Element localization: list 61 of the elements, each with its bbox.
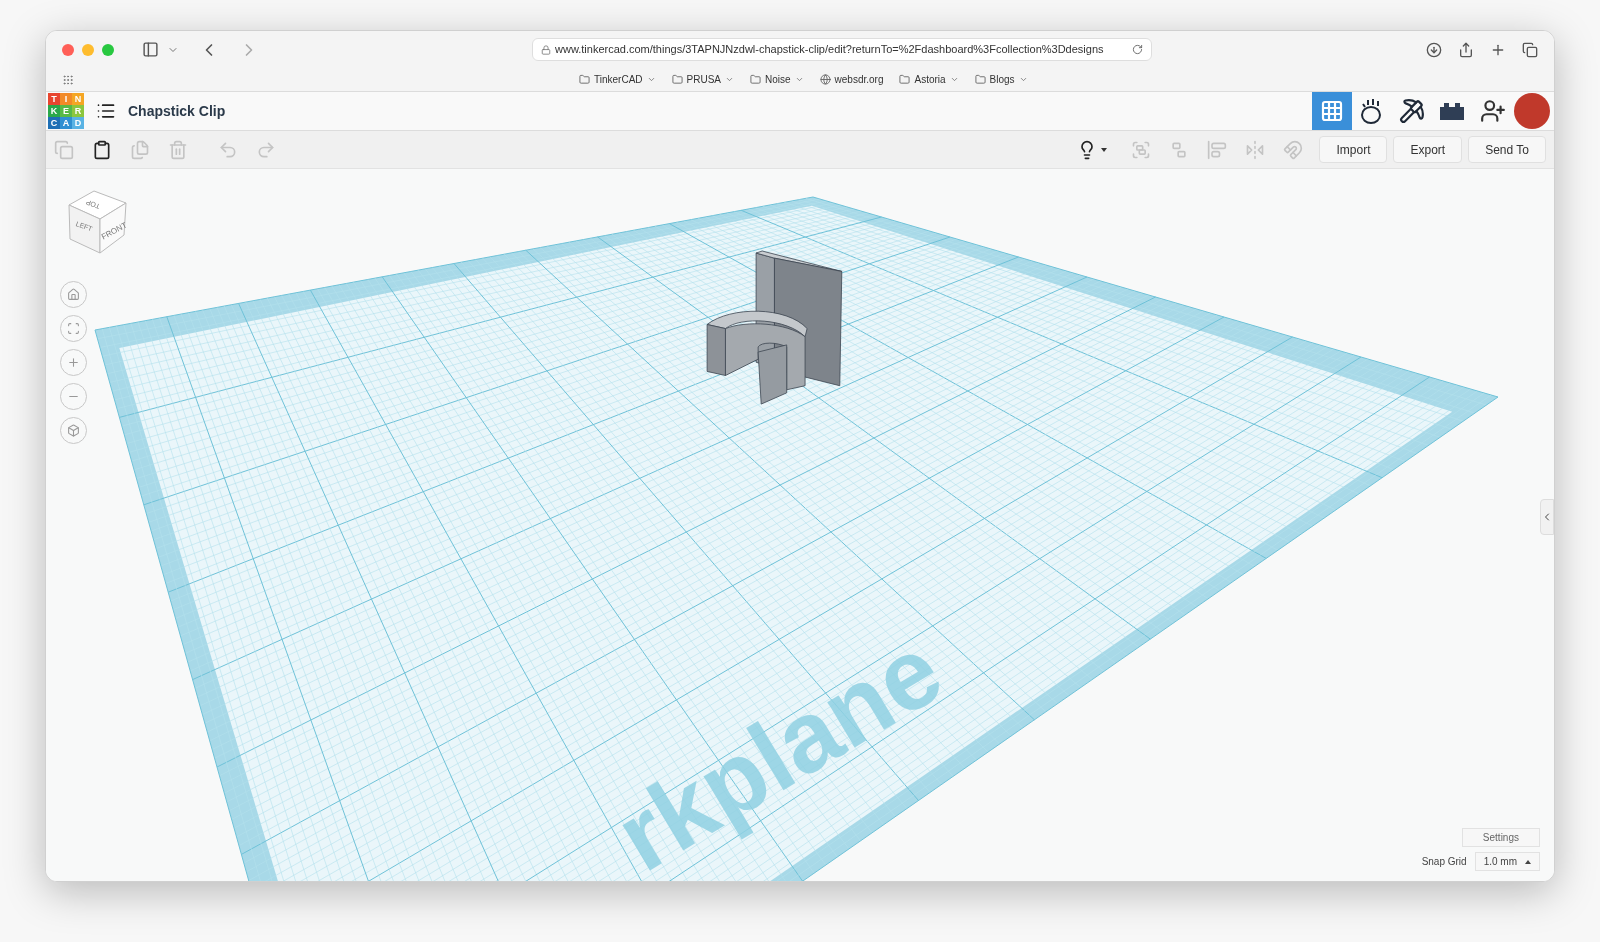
apps-grid-icon[interactable] bbox=[62, 73, 74, 86]
zoom-window-button[interactable] bbox=[102, 43, 114, 56]
logo-letter: I bbox=[60, 93, 72, 105]
cube-button[interactable] bbox=[60, 417, 87, 444]
logo-letter: R bbox=[72, 105, 84, 117]
sidebar-icon[interactable] bbox=[142, 41, 159, 59]
share-icon[interactable] bbox=[1458, 41, 1474, 58]
logo-letter: T bbox=[48, 93, 60, 105]
toolbar-button[interactable]: Export bbox=[1393, 136, 1463, 163]
collapse-panel-tab[interactable] bbox=[1540, 499, 1554, 535]
logo-letter: E bbox=[60, 105, 72, 117]
close-window-button[interactable] bbox=[62, 43, 74, 56]
tinkercad-logo[interactable]: T I N K E R C A D bbox=[48, 93, 84, 129]
clipboard-button[interactable] bbox=[92, 139, 112, 160]
zoom-in-button[interactable] bbox=[60, 349, 87, 376]
globe-icon bbox=[819, 74, 831, 86]
add-user-icon[interactable] bbox=[1480, 98, 1506, 124]
folder-icon bbox=[750, 74, 761, 86]
tabs-overview-icon[interactable] bbox=[1522, 41, 1538, 58]
folder-icon bbox=[899, 74, 911, 86]
fit-view-icon bbox=[67, 322, 80, 335]
toolbar-button[interactable]: Import bbox=[1319, 136, 1388, 163]
folder-icon bbox=[671, 74, 683, 86]
minimize-window-button[interactable] bbox=[82, 43, 94, 56]
bookmark-item[interactable]: Blogs bbox=[974, 72, 1028, 88]
url-text: www.tinkercad.com/things/3TAPNJNzdwl-chapstick-clip/edit?returnTo=%2Fdashboard%3Fcollection%3Ddesigns bbox=[555, 42, 1104, 58]
lock-icon bbox=[541, 44, 551, 55]
design-list-icon[interactable] bbox=[96, 101, 116, 121]
zoom-out-button[interactable] bbox=[60, 383, 87, 410]
logo-letter: N bbox=[72, 93, 84, 105]
logo-letter: A bbox=[60, 117, 72, 129]
pickaxe-icon bbox=[1399, 98, 1425, 124]
design-title[interactable]: Chapstick Clip bbox=[128, 100, 226, 122]
home-button[interactable] bbox=[60, 281, 87, 308]
reload-icon[interactable] bbox=[1132, 44, 1143, 56]
bookmark-item[interactable]: PRUSA bbox=[671, 72, 734, 88]
cube-icon bbox=[67, 424, 80, 437]
settings-button[interactable]: Settings bbox=[1461, 828, 1540, 847]
brick-icon bbox=[1439, 101, 1465, 121]
folder-icon bbox=[974, 74, 986, 86]
grid-icon bbox=[1320, 99, 1344, 123]
snap-grid-select[interactable]: 1.0 mm bbox=[1474, 852, 1540, 871]
user-avatar[interactable] bbox=[1514, 93, 1550, 129]
zoom-in-icon bbox=[67, 356, 80, 369]
caret-up-icon bbox=[1525, 859, 1531, 864]
home-icon bbox=[67, 288, 80, 301]
logo-letter: C bbox=[48, 117, 60, 129]
bookmark-item[interactable]: Astoria bbox=[899, 72, 959, 88]
fit-view-button[interactable] bbox=[60, 315, 87, 342]
view-cube-drawing[interactable] bbox=[68, 190, 127, 254]
logo-letter: K bbox=[48, 105, 60, 117]
bookmark-item[interactable]: TinkerCAD bbox=[579, 72, 656, 88]
toolbar-button[interactable]: Send To bbox=[1468, 136, 1546, 163]
bookmark-item[interactable]: Noise bbox=[750, 72, 804, 88]
download-icon[interactable] bbox=[1426, 41, 1442, 58]
bookmark-item[interactable]: websdr.org bbox=[819, 72, 884, 88]
logo-letter: D bbox=[72, 117, 84, 129]
snap-grid-label: Snap Grid bbox=[1421, 855, 1467, 869]
folder-icon bbox=[579, 74, 590, 86]
caret-icon[interactable] bbox=[1101, 147, 1108, 152]
address-field[interactable]: www.tinkercad.com/things/3TAPNJNzdwl-chapstick-clip/edit?returnTo=%2Fdashboard%3Fcollection%3Ddesigns bbox=[532, 38, 1152, 62]
